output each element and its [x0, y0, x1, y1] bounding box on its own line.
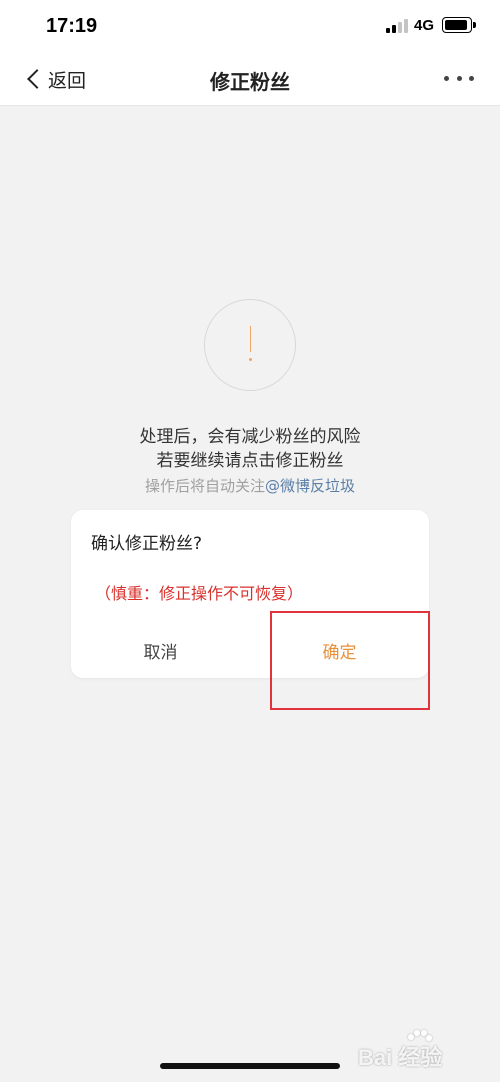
paw-icon — [408, 1030, 432, 1052]
home-indicator[interactable] — [160, 1063, 340, 1069]
page-title: 修正粉丝 — [210, 70, 290, 94]
watermark: Bai 经验 — [358, 1030, 488, 1072]
battery-icon — [442, 17, 476, 33]
dialog-warning: （慎重：修正操作不可恢复） — [95, 584, 304, 603]
risk-message: 处理后，会有减少粉丝的风险 — [139, 427, 361, 447]
status-bar: 17:19 4G — [0, 0, 500, 52]
network-label: 4G — [414, 17, 435, 34]
nav-bar: 返回 修正粉丝 — [0, 52, 500, 106]
cancel-button[interactable]: 取消 — [71, 630, 250, 670]
signal-icon — [386, 19, 408, 33]
warning-icon — [204, 299, 296, 391]
auto-follow-note-text: 操作后将自动关注 — [144, 477, 265, 495]
dialog-title: 确认修正粉丝? — [91, 534, 203, 554]
auto-follow-note: 操作后将自动关注@微博反垃圾 — [0, 475, 500, 496]
status-time: 17:19 — [46, 15, 98, 37]
annotation-highlight-box — [270, 611, 430, 710]
instruction-message: 若要继续请点击修正粉丝 — [156, 451, 344, 471]
more-icon[interactable] — [444, 76, 474, 82]
anti-spam-account-link[interactable]: @微博反垃圾 — [265, 477, 355, 495]
